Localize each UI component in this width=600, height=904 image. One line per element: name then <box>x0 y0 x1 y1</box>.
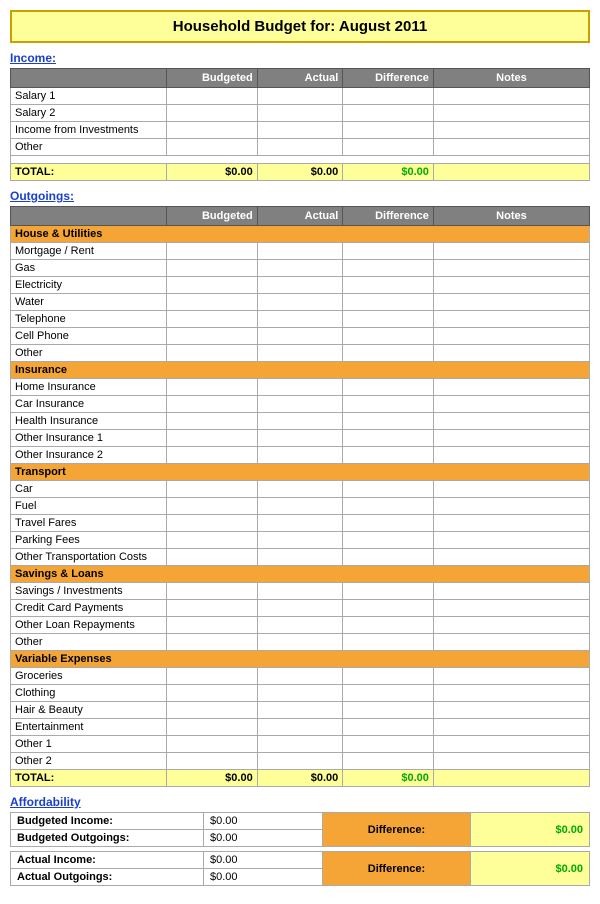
income-table: Budgeted Actual Difference Notes Salary … <box>10 68 590 181</box>
income-total-actual: $0.00 <box>257 164 343 181</box>
actual-difference-value: $0.00 <box>471 852 590 886</box>
actual-outgoings-label: Actual Outgoings: <box>11 869 204 886</box>
outgoings-total-row: TOTAL: $0.00 $0.00 $0.00 <box>11 770 590 787</box>
budgeted-income-value: $0.00 <box>204 813 323 830</box>
outgoings-section-label: Outgoings: <box>10 189 590 203</box>
table-row: Parking Fees <box>11 532 590 549</box>
actual-difference-label: Difference: <box>322 852 470 886</box>
income-total-budgeted: $0.00 <box>167 164 258 181</box>
outgoings-total-budgeted: $0.00 <box>167 770 258 787</box>
budgeted-difference-value: $0.00 <box>471 813 590 847</box>
affordability-actual-income-row: Actual Income: $0.00 Difference: $0.00 <box>11 852 590 869</box>
table-row: Other Insurance 1 <box>11 430 590 447</box>
affordability-actual-table: Actual Income: $0.00 Difference: $0.00 A… <box>10 851 590 886</box>
outgoings-total-label: TOTAL: <box>11 770 167 787</box>
budgeted-income-label: Budgeted Income: <box>11 813 204 830</box>
table-row: Salary 1 <box>11 88 590 105</box>
category-row: House & Utilities <box>11 226 590 243</box>
outgoings-total-difference: $0.00 <box>343 770 434 787</box>
budgeted-outgoings-label: Budgeted Outgoings: <box>11 830 204 847</box>
table-row: Water <box>11 294 590 311</box>
table-row: Other Insurance 2 <box>11 447 590 464</box>
actual-outgoings-value: $0.00 <box>204 869 323 886</box>
table-row: Mortgage / Rent <box>11 243 590 260</box>
table-row: Car <box>11 481 590 498</box>
out-col-difference: Difference <box>343 207 434 226</box>
budgeted-outgoings-value: $0.00 <box>204 830 323 847</box>
affordability-table: Budgeted Income: $0.00 Difference: $0.00… <box>10 812 590 847</box>
category-row: Insurance <box>11 362 590 379</box>
budgeted-difference-label: Difference: <box>322 813 470 847</box>
income-section-label: Income: <box>10 51 590 65</box>
table-row: Electricity <box>11 277 590 294</box>
category-row: Transport <box>11 464 590 481</box>
out-col-actual: Actual <box>257 207 343 226</box>
category-row: Savings & Loans <box>11 566 590 583</box>
table-row: Credit Card Payments <box>11 600 590 617</box>
affordability-budgeted-row: Budgeted Income: $0.00 Difference: $0.00 <box>11 813 590 830</box>
table-row: Hair & Beauty <box>11 702 590 719</box>
outgoings-total-actual: $0.00 <box>257 770 343 787</box>
category-row: Variable Expenses <box>11 651 590 668</box>
actual-income-value: $0.00 <box>204 852 323 869</box>
table-row: Travel Fares <box>11 515 590 532</box>
table-row: Other Loan Repayments <box>11 617 590 634</box>
title-text: Household Budget for: August 2011 <box>173 18 427 35</box>
table-row: Other 1 <box>11 736 590 753</box>
table-row: Fuel <box>11 498 590 515</box>
table-row: Other Transportation Costs <box>11 549 590 566</box>
table-row: Cell Phone <box>11 328 590 345</box>
table-row: Groceries <box>11 668 590 685</box>
table-row: Other <box>11 634 590 651</box>
table-row: Income from Investments <box>11 122 590 139</box>
table-row: Other <box>11 345 590 362</box>
actual-income-label: Actual Income: <box>11 852 204 869</box>
income-col-difference: Difference <box>343 69 434 88</box>
table-row: Salary 2 <box>11 105 590 122</box>
table-row: Health Insurance <box>11 413 590 430</box>
income-total-row: TOTAL: $0.00 $0.00 $0.00 <box>11 164 590 181</box>
page-title: Household Budget for: August 2011 <box>10 10 590 43</box>
table-row: Clothing <box>11 685 590 702</box>
income-total-label: TOTAL: <box>11 164 167 181</box>
table-row: Car Insurance <box>11 396 590 413</box>
out-col-budgeted: Budgeted <box>167 207 258 226</box>
affordability-section-label: Affordability <box>10 795 590 809</box>
spacer-row <box>11 156 590 164</box>
income-col-notes: Notes <box>433 69 589 88</box>
income-col-budgeted: Budgeted <box>167 69 258 88</box>
table-row: Other 2 <box>11 753 590 770</box>
table-row: Savings / Investments <box>11 583 590 600</box>
out-col-notes: Notes <box>433 207 589 226</box>
table-row: Home Insurance <box>11 379 590 396</box>
income-col-label <box>11 69 167 88</box>
table-row: Gas <box>11 260 590 277</box>
outgoings-table: Budgeted Actual Difference Notes House &… <box>10 206 590 787</box>
out-col-label <box>11 207 167 226</box>
income-col-actual: Actual <box>257 69 343 88</box>
table-row: Entertainment <box>11 719 590 736</box>
table-row: Telephone <box>11 311 590 328</box>
income-total-difference: $0.00 <box>343 164 434 181</box>
table-row: Other <box>11 139 590 156</box>
